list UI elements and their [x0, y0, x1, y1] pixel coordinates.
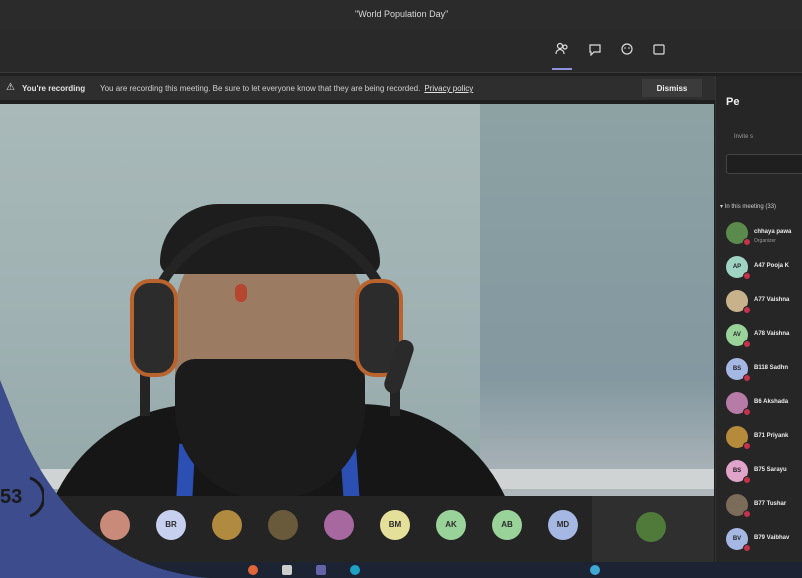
- title-bar: "World Population Day": [0, 0, 802, 30]
- dismiss-button[interactable]: Dismiss: [642, 79, 702, 97]
- participant-role: Organizer: [754, 238, 776, 244]
- recording-message: You are recording this meeting. Be sure …: [100, 84, 473, 93]
- panel-title: Pe: [726, 96, 740, 108]
- strip-avatar[interactable]: [212, 510, 242, 540]
- privacy-policy-link[interactable]: Privacy policy: [424, 84, 473, 93]
- status-dot: [743, 374, 751, 382]
- participant-name: B118 Sadhn: [754, 365, 789, 371]
- participant-row[interactable]: BS B118 Sadhn: [716, 352, 802, 386]
- headset-earcup: [130, 279, 178, 377]
- strip-avatar[interactable]: BR: [156, 510, 186, 540]
- participants-icon[interactable]: [553, 42, 571, 60]
- participant-name: B79 Vaibhav: [754, 535, 790, 541]
- participant-row[interactable]: BV B79 Vaibhav: [716, 522, 802, 556]
- participant-name: B77 Tushar: [754, 501, 787, 507]
- recording-banner: ⚠ You're recording You are recording thi…: [0, 76, 715, 100]
- tray-icon[interactable]: [590, 565, 600, 575]
- participant-name: B71 Priyank: [754, 433, 789, 439]
- status-dot: [743, 544, 751, 552]
- chat-icon[interactable]: [586, 42, 604, 60]
- meeting-title: "World Population Day": [355, 9, 449, 19]
- participant-name: chhaya pawa: [754, 229, 792, 235]
- participant-row[interactable]: BS B75 Sarayu: [716, 454, 802, 488]
- taskbar: [0, 562, 802, 578]
- section-header[interactable]: ▾ In this meeting (33): [720, 203, 776, 210]
- participant-name: A78 Vaishna: [754, 331, 790, 337]
- chrome-icon[interactable]: [248, 565, 258, 575]
- participant-row[interactable]: A77 Vaishna: [716, 284, 802, 318]
- participant-name: B75 Sarayu: [754, 467, 787, 473]
- strip-avatar[interactable]: MD: [548, 510, 578, 540]
- participant-name: A47 Pooja K: [754, 263, 790, 269]
- taskbar-app-icon[interactable]: [282, 565, 292, 575]
- strip-avatar[interactable]: [100, 510, 130, 540]
- logo: 53: [0, 472, 46, 522]
- teams-window: "World Population Day" ⚠ You're recordin…: [0, 0, 802, 578]
- status-dot: [743, 272, 751, 280]
- main-video: [0, 104, 714, 496]
- strip-avatar[interactable]: [324, 510, 354, 540]
- strip-avatar[interactable]: [268, 510, 298, 540]
- strip-avatar[interactable]: AK: [436, 510, 466, 540]
- recording-message-text: You are recording this meeting. Be sure …: [100, 84, 421, 93]
- self-avatar: [636, 512, 666, 542]
- participant-name: A77 Vaishna: [754, 297, 790, 303]
- blackboard: [480, 104, 714, 496]
- participant-row[interactable]: B6 Akshada: [716, 386, 802, 420]
- participant-row[interactable]: B71 Priyank: [716, 420, 802, 454]
- more-icon[interactable]: [650, 42, 668, 60]
- participant-row[interactable]: B77 Tushar: [716, 488, 802, 522]
- edge-icon[interactable]: [350, 565, 360, 575]
- warning-icon: ⚠: [6, 82, 15, 93]
- meeting-toolbar: [0, 30, 802, 73]
- participant-strip: BR BM AK AB MD: [0, 496, 714, 562]
- participants-active-indicator: [552, 68, 572, 70]
- status-dot: [743, 476, 751, 484]
- recording-label: You're recording: [22, 84, 86, 93]
- strip-avatar[interactable]: AB: [492, 510, 522, 540]
- section-label: In this meeting (33): [724, 204, 777, 210]
- teams-icon[interactable]: [316, 565, 326, 575]
- participants-panel: Pe Invite s ▾ In this meeting (33) chhay…: [715, 76, 802, 562]
- status-dot: [743, 442, 751, 450]
- self-video-tile[interactable]: [592, 496, 714, 562]
- participant-row[interactable]: AV A78 Vaishna: [716, 318, 802, 352]
- status-dot: [743, 238, 751, 246]
- participant-row[interactable]: AP A47 Pooja K: [716, 250, 802, 284]
- logo-number: 53: [0, 486, 23, 508]
- status-dot: [743, 340, 751, 348]
- search-input[interactable]: [726, 154, 802, 174]
- strip-avatar[interactable]: BM: [380, 510, 410, 540]
- status-dot: [743, 306, 751, 314]
- participant-row[interactable]: chhaya pawa Organizer: [716, 216, 802, 250]
- status-dot: [743, 408, 751, 416]
- participant-name: B6 Akshada: [754, 399, 789, 405]
- status-dot: [743, 510, 751, 518]
- invite-hint: Invite s: [734, 134, 754, 140]
- reactions-icon[interactable]: [618, 42, 636, 60]
